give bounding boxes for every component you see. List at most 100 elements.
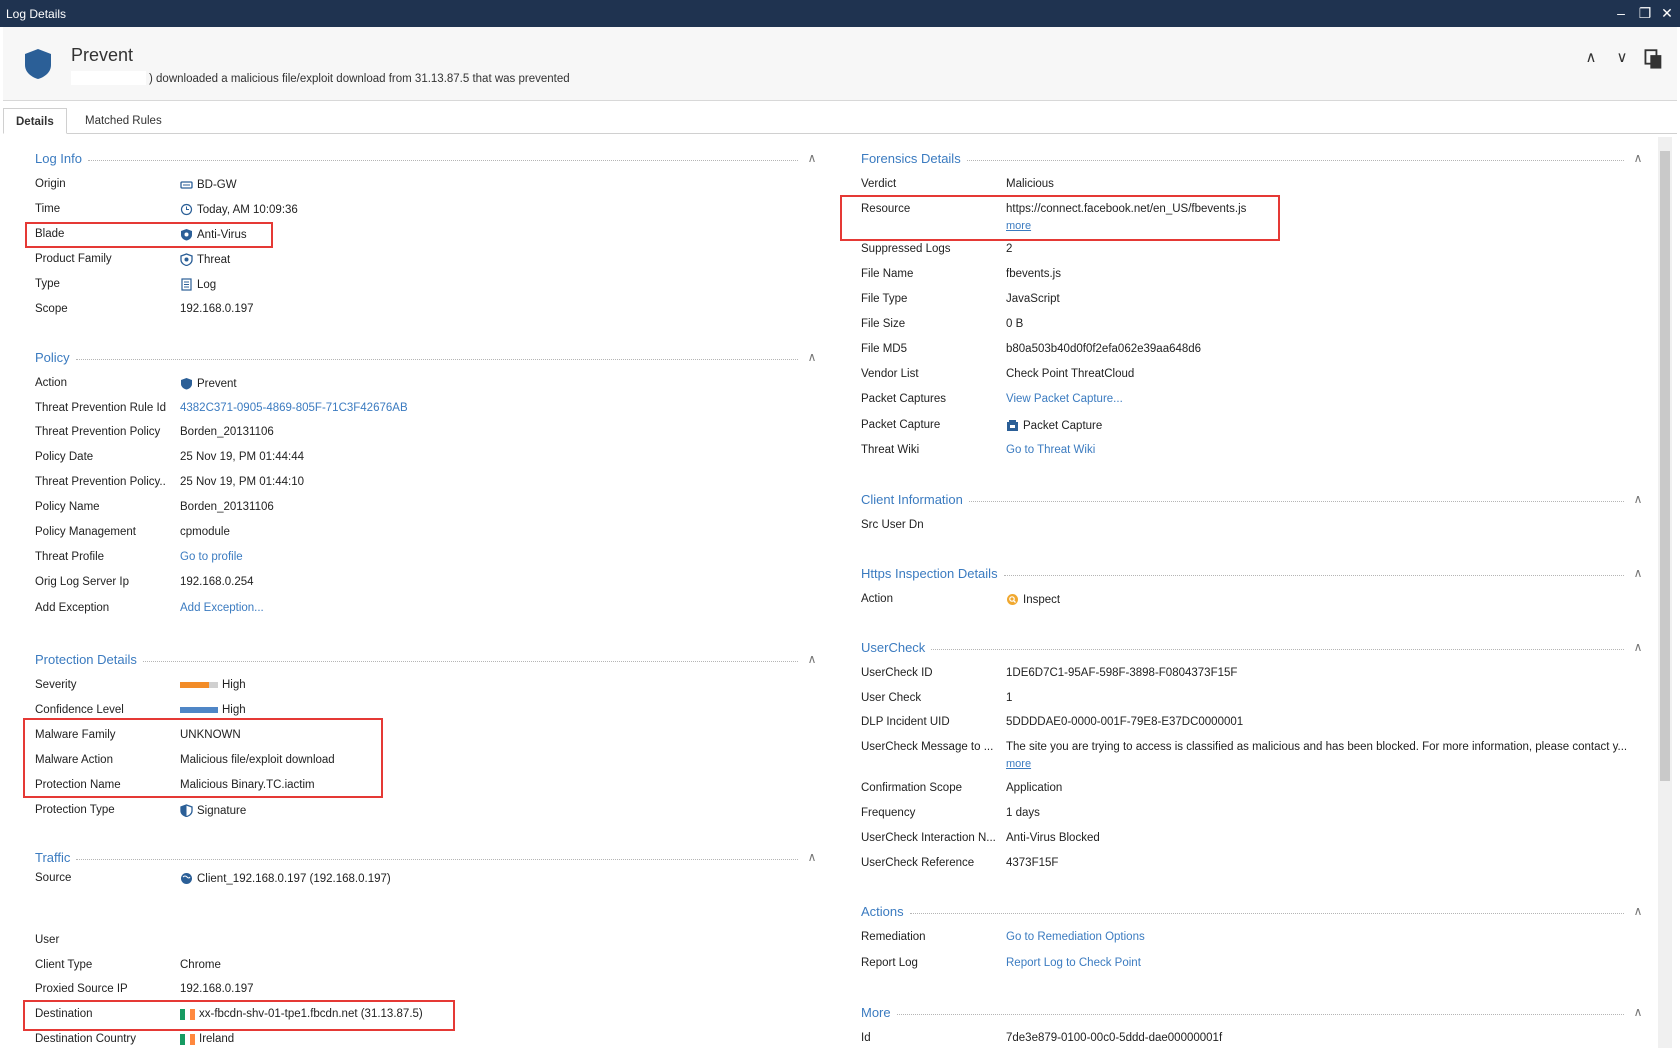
field-value: Signature: [180, 804, 246, 817]
field-value[interactable]: View Packet Capture...: [1006, 393, 1123, 405]
field-value-text: Chrome: [180, 959, 221, 971]
field-row-file-md5: File MD5 b80a503b40d0f0f2efa062e39aa648d6: [861, 341, 1646, 359]
collapse-chevron-icon[interactable]: ∧: [804, 151, 820, 165]
section-divider: [931, 648, 1624, 650]
field-row-id: Id 7de3e879-0100-00c0-5ddd-dae00000001f: [861, 1030, 1646, 1048]
field-link[interactable]: 4382C371-0905-4869-805F-71C3F42676AB: [180, 402, 408, 414]
field-link[interactable]: Add Exception...: [180, 602, 264, 614]
collapse-chevron-icon[interactable]: ∧: [1630, 151, 1646, 165]
field-value: Borden_20131106: [180, 426, 274, 438]
field-value-text: 1DE6D7C1-95AF-598F-3898-F0804373F15F: [1006, 667, 1238, 679]
field-value-text: Today, AM 10:09:36: [197, 203, 298, 216]
field-value: Application: [1006, 782, 1062, 794]
collapse-chevron-icon[interactable]: ∧: [1630, 1005, 1646, 1019]
scrollbar-thumb[interactable]: [1660, 151, 1670, 781]
field-value: High: [180, 679, 246, 691]
field-value-text: The site you are trying to access is cla…: [1006, 741, 1628, 753]
globe-icon: [180, 872, 193, 885]
field-value[interactable]: Add Exception...: [180, 602, 264, 614]
field-label: Policy Name: [35, 501, 100, 513]
close-button[interactable]: ✕: [1656, 3, 1678, 23]
field-row-user: User: [35, 932, 820, 950]
tab-matched-rules[interactable]: Matched Rules: [73, 108, 174, 134]
field-value-text: Ireland: [199, 1033, 235, 1045]
section-divider: [88, 159, 798, 161]
collapse-chevron-icon[interactable]: ∧: [1630, 566, 1646, 580]
field-value: 0 B: [1006, 318, 1023, 330]
collapse-chevron-icon[interactable]: ∧: [1630, 904, 1646, 918]
more-link[interactable]: more: [1006, 758, 1031, 770]
field-value: 2: [1006, 243, 1012, 255]
field-label: UserCheck ID: [861, 667, 933, 679]
collapse-chevron-icon[interactable]: ∧: [1630, 640, 1646, 654]
field-label: Origin: [35, 178, 66, 190]
field-link[interactable]: Go to Threat Wiki: [1006, 444, 1095, 456]
field-value: Threat: [180, 253, 230, 266]
section-title: Traffic: [35, 849, 71, 865]
log-title: Prevent: [71, 45, 134, 65]
field-value-text: 192.168.0.254: [180, 576, 254, 588]
field-value: 192.168.0.197: [180, 983, 254, 995]
collapse-chevron-icon[interactable]: ∧: [804, 652, 820, 666]
field-label: Report Log: [861, 957, 918, 969]
field-value: cpmodule: [180, 526, 230, 538]
field-link[interactable]: Go to Remediation Options: [1006, 931, 1145, 943]
collapse-chevron-icon[interactable]: ∧: [1630, 492, 1646, 506]
field-value[interactable]: Go to Remediation Options: [1006, 931, 1145, 943]
field-link[interactable]: Go to profile: [180, 551, 243, 563]
scrollbar[interactable]: [1658, 137, 1672, 1048]
tab-details[interactable]: Details: [3, 108, 67, 134]
field-value-text: Anti-Virus Blocked: [1006, 832, 1100, 844]
field-value: 7de3e879-0100-00c0-5ddd-dae00000001f: [1006, 1032, 1222, 1044]
field-value: fbevents.js: [1006, 268, 1061, 280]
field-value-text: Check Point ThreatCloud: [1006, 368, 1135, 380]
field-value: Check Point ThreatCloud: [1006, 368, 1134, 380]
previous-log-button[interactable]: ∧: [1580, 47, 1602, 69]
copy-icon[interactable]: [1643, 49, 1665, 71]
field-row-threat-wiki: Threat Wiki Go to Threat Wiki: [861, 442, 1646, 460]
section-divider: [968, 500, 1624, 502]
field-value-text: Malicious: [1006, 178, 1054, 190]
field-value-text: 25 Nov 19, PM 01:44:10: [180, 476, 305, 488]
field-row-destination-country: Destination Country Ireland: [35, 1031, 820, 1048]
minimize-button[interactable]: –: [1610, 3, 1632, 23]
field-link[interactable]: View Packet Capture...: [1006, 393, 1123, 405]
field-label: Confirmation Scope: [861, 782, 962, 794]
field-label: Severity: [35, 679, 77, 691]
field-value[interactable]: Report Log to Check Point: [1006, 957, 1141, 969]
field-row-frequency: Frequency 1 days: [861, 805, 1646, 823]
log-icon: [180, 278, 193, 291]
section-divider: [966, 159, 1624, 161]
field-value-text: Client_192.168.0.197 (192.168.0.197): [197, 872, 391, 885]
field-label: Src User Dn: [861, 519, 924, 531]
field-value[interactable]: Go to profile: [180, 551, 243, 563]
collapse-chevron-icon[interactable]: ∧: [804, 350, 820, 364]
field-value: 1: [1006, 692, 1012, 704]
field-value[interactable]: 4382C371-0905-4869-805F-71C3F42676AB: [180, 402, 408, 414]
collapse-chevron-icon[interactable]: ∧: [804, 850, 820, 864]
window-title: Log Details: [6, 7, 67, 21]
next-log-button[interactable]: ∨: [1611, 47, 1633, 69]
field-value-text: JavaScript: [1006, 293, 1060, 305]
field-label: UserCheck Reference: [861, 857, 975, 869]
field-label: Protection Type: [35, 804, 115, 816]
field-value-text: Borden_20131106: [180, 501, 274, 513]
field-label: Destination Country: [35, 1033, 136, 1045]
field-value-text: 1: [1006, 692, 1013, 704]
field-label: Policy Management: [35, 526, 136, 538]
field-link[interactable]: Report Log to Check Point: [1006, 957, 1141, 969]
usercheck-section-header: UserCheck ∧: [861, 639, 1646, 655]
field-value-text: Borden_20131106: [180, 426, 274, 438]
field-value: 25 Nov 19, PM 01:44:10: [180, 476, 304, 488]
field-row-suppressed-logs: Suppressed Logs 2: [861, 241, 1646, 259]
field-row-severity: Severity High: [35, 677, 820, 695]
field-value-text: Prevent: [197, 377, 237, 390]
field-label: Add Exception: [35, 602, 110, 614]
field-value-text: 0 B: [1006, 318, 1024, 330]
field-row-remediation: Remediation Go to Remediation Options: [861, 929, 1646, 947]
field-label: Verdict: [861, 178, 897, 190]
field-value[interactable]: Go to Threat Wiki: [1006, 444, 1095, 456]
restore-button[interactable]: ❐: [1634, 3, 1656, 23]
field-value-text: 25 Nov 19, PM 01:44:44: [180, 451, 305, 463]
confidence-bar: [180, 707, 218, 713]
